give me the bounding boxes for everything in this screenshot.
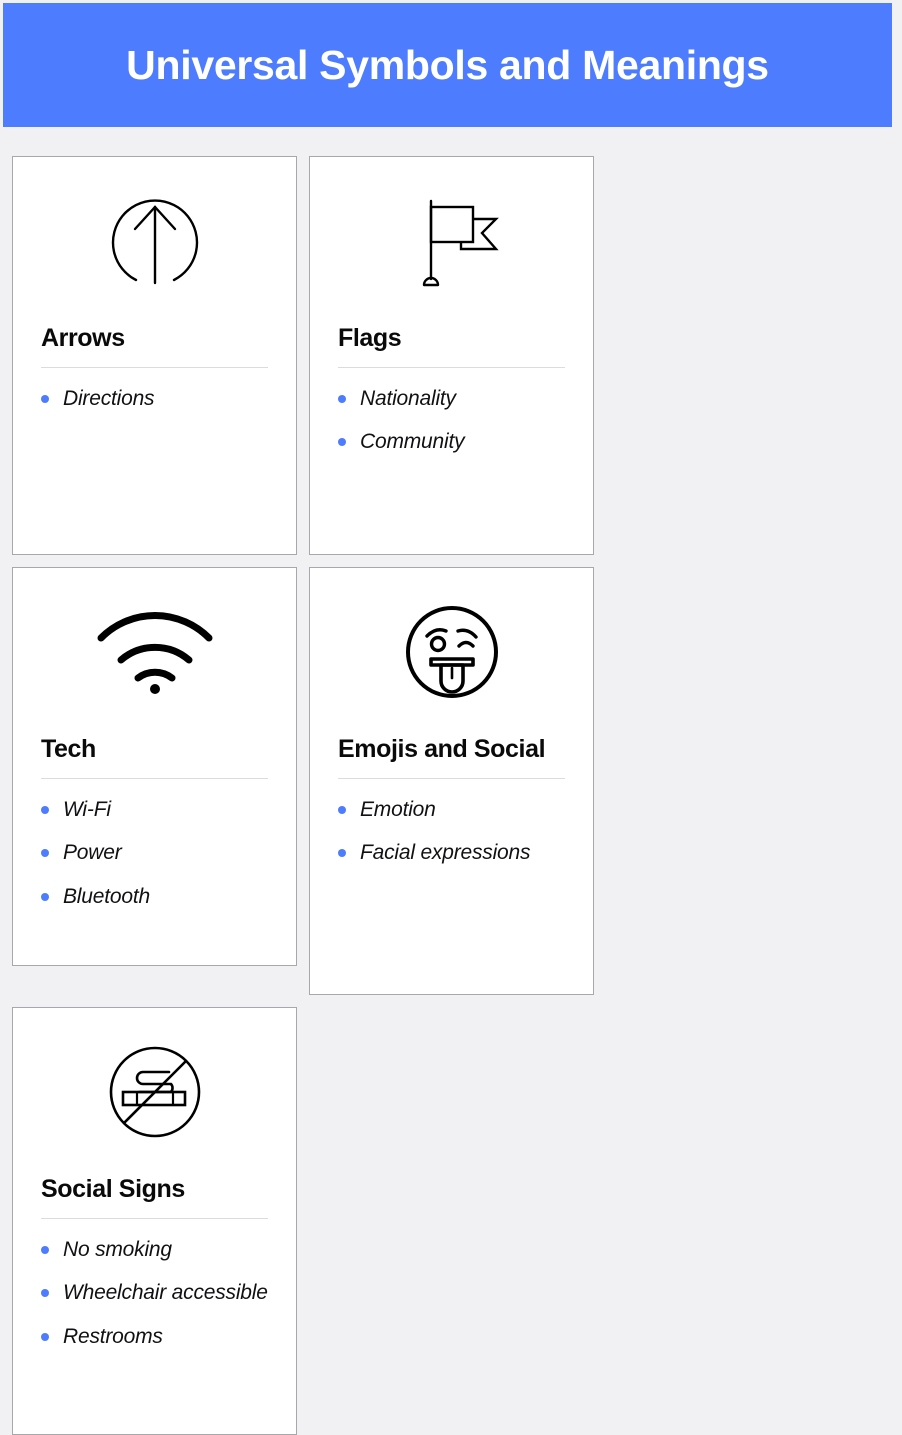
list-item: Wheelchair accessible <box>41 1280 268 1307</box>
list-item: Emotion <box>338 797 565 824</box>
empty-grid-slot <box>309 1007 594 1435</box>
list-item: Bluetooth <box>41 884 268 911</box>
card-title: Emojis and Social <box>338 735 546 763</box>
title-divider <box>41 1217 268 1219</box>
title-divider <box>41 777 268 779</box>
arrow-up-in-circle-icon <box>41 157 268 325</box>
list-item: Directions <box>41 386 268 413</box>
list-item: Community <box>338 429 565 456</box>
list-item: Wi-Fi <box>41 797 268 824</box>
page-title: Universal Symbols and Meanings <box>126 41 769 88</box>
card-title: Social Signs <box>41 1175 185 1203</box>
card-bullet-list: No smoking Wheelchair accessible Restroo… <box>41 1237 268 1369</box>
card-bullet-list: Nationality Community <box>338 386 565 474</box>
list-item: Nationality <box>338 386 565 413</box>
infographic-page: Universal Symbols and Meanings Arrows Di… <box>0 0 902 1435</box>
no-smoking-icon <box>41 1008 268 1176</box>
card-tech[interactable]: Tech Wi-Fi Power Bluetooth <box>12 567 297 966</box>
wifi-icon <box>41 568 268 736</box>
page-header-banner: Universal Symbols and Meanings <box>3 3 892 127</box>
card-title: Tech <box>41 735 96 763</box>
card-bullet-list: Directions <box>41 386 268 430</box>
card-emojis-and-social[interactable]: Emojis and Social Emotion Facial express… <box>309 567 594 995</box>
card-flags[interactable]: Flags Nationality Community <box>309 156 594 555</box>
card-bullet-list: Wi-Fi Power Bluetooth <box>41 797 268 929</box>
card-title: Flags <box>338 324 402 352</box>
card-social-signs[interactable]: Social Signs No smoking Wheelchair acces… <box>12 1007 297 1435</box>
card-bullet-list: Emotion Facial expressions <box>338 797 565 885</box>
list-item: Facial expressions <box>338 840 565 867</box>
list-item: Power <box>41 840 268 867</box>
list-item: Restrooms <box>41 1324 268 1351</box>
winking-face-tongue-icon <box>338 568 565 736</box>
flag-icon <box>338 157 565 325</box>
card-arrows[interactable]: Arrows Directions <box>12 156 297 555</box>
symbol-cards-grid: Arrows Directions Flags Nationality Comm… <box>12 156 890 1435</box>
card-title: Arrows <box>41 324 125 352</box>
list-item: No smoking <box>41 1237 268 1264</box>
title-divider <box>41 366 268 368</box>
title-divider <box>338 366 565 368</box>
title-divider <box>338 777 565 779</box>
